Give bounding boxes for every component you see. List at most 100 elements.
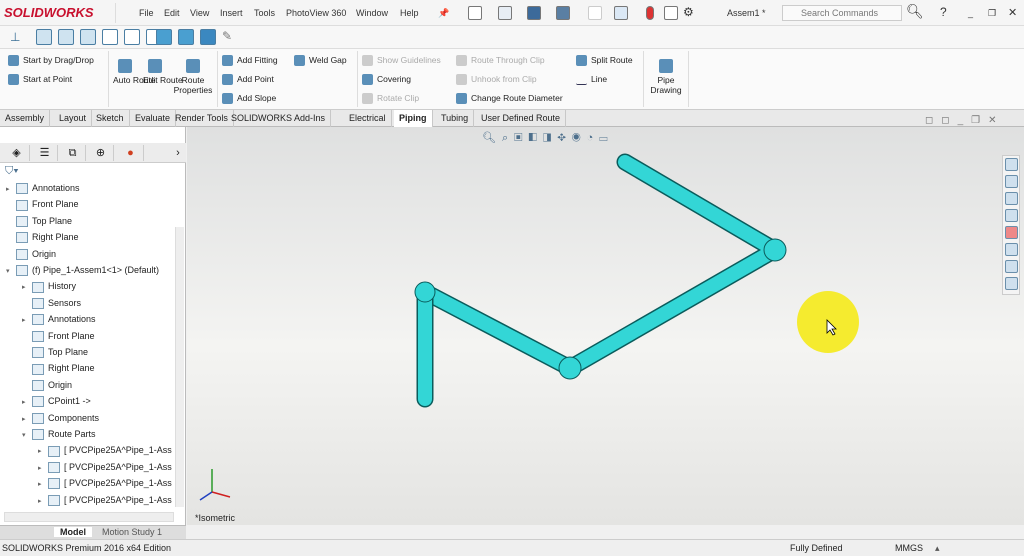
new-document-icon[interactable] (468, 6, 482, 20)
select-icon[interactable] (614, 6, 628, 20)
feature-manager-tab-icon[interactable]: ◈ (4, 145, 30, 161)
view-right-icon[interactable] (102, 29, 118, 45)
add-point-button[interactable]: Add Point (222, 74, 274, 86)
tree-item[interactable]: Right Plane (6, 232, 79, 244)
home-icon[interactable] (1005, 158, 1018, 171)
weld-gap-button[interactable]: Weld Gap (294, 55, 347, 67)
expand-arrow-icon[interactable]: ▸ (6, 185, 16, 193)
tree-item[interactable]: ▾ (f) Pipe_1-Assem1<1> (Default) (6, 265, 159, 277)
tree-item[interactable]: Top Plane (22, 347, 88, 359)
expand-arrow-icon[interactable]: ▸ (22, 415, 32, 423)
expand-arrow-icon[interactable]: ▾ (6, 267, 16, 275)
change-route-diameter-button[interactable]: Change Route Diameter (456, 93, 563, 105)
filter-icon[interactable]: ⛉▾ (5, 165, 19, 178)
view-selector-icon[interactable]: ✎ (222, 29, 232, 43)
menu-edit[interactable]: Edit (164, 8, 180, 18)
expand-arrow-icon[interactable]: ▾ (22, 431, 32, 439)
tab-motion-study[interactable]: Motion Study 1 (98, 527, 166, 537)
menu-view[interactable]: View (190, 8, 209, 18)
tree-item[interactable]: ▸ [ PVCPipe25A^Pipe_1-Ass (38, 445, 172, 457)
split-route-button[interactable]: Split Route (576, 55, 633, 67)
tab-user-defined-route[interactable]: User Defined Route (476, 110, 567, 127)
rotate-clip-button[interactable]: Rotate Clip (362, 93, 419, 105)
tree-item[interactable]: Right Plane (22, 363, 95, 375)
tree-item[interactable]: ▸ Components (22, 413, 99, 424)
tree-item[interactable]: ▾ Route Parts (22, 429, 96, 441)
expand-arrow-icon[interactable]: ▸ (22, 283, 32, 291)
view-back-icon[interactable] (58, 29, 74, 45)
tab-render-tools[interactable]: Render Tools (170, 110, 234, 127)
solidworks-forum-icon[interactable] (1005, 260, 1018, 273)
search-icon[interactable]: 🔍︎ (906, 3, 924, 20)
pin-icon[interactable]: 📌 (438, 8, 449, 19)
search-commands-input[interactable]: Search Commands (782, 5, 902, 21)
expand-arrow-icon[interactable]: ▸ (22, 316, 32, 324)
tree-item[interactable]: Origin (22, 380, 72, 391)
tree-horizontal-scrollbar[interactable] (4, 512, 174, 522)
file-properties-icon[interactable] (664, 6, 678, 20)
view-dimetric-icon[interactable] (200, 29, 216, 45)
expand-arrow-icon[interactable]: ▸ (22, 398, 32, 406)
undo-icon[interactable] (588, 6, 602, 20)
tree-item[interactable]: ▸ [ PVCPipe25A^Pipe_1-Ass (38, 478, 172, 490)
tab-piping[interactable]: Piping (394, 110, 433, 127)
menu-insert[interactable]: Insert (220, 8, 243, 18)
expand-arrow-icon[interactable]: ▸ (38, 480, 48, 488)
save-icon[interactable] (527, 6, 541, 20)
menu-photoview[interactable]: PhotoView 360 (286, 8, 346, 18)
view-front-icon[interactable] (36, 29, 52, 45)
graphics-area[interactable]: 🔍︎⌕▣◧◨✥◉◔▭ ◻◻_❐✕ *Isometric (187, 115, 1024, 525)
covering-button[interactable]: Covering (362, 74, 411, 86)
view-top-icon[interactable] (124, 29, 140, 45)
normal-to-icon[interactable]: ⊥ (10, 30, 20, 44)
line-button[interactable]: Line (576, 74, 607, 86)
rebuild-icon[interactable] (646, 6, 654, 20)
display-manager-tab-icon[interactable]: ● (118, 145, 144, 161)
view-left-icon[interactable] (80, 29, 96, 45)
design-library-icon[interactable] (1005, 192, 1018, 205)
pipe-model[interactable] (187, 127, 1024, 525)
route-properties-button[interactable]: Route Properties (172, 59, 214, 95)
tree-item[interactable]: ▸ Annotations (22, 314, 96, 326)
tree-item[interactable]: ▸ [ PVCPipe25A^Pipe_1-Ass (38, 462, 172, 473)
units-selector[interactable]: MMGS (895, 540, 923, 556)
start-at-point-button[interactable]: Start at Point (8, 74, 72, 86)
custom-properties-icon[interactable] (1005, 243, 1018, 256)
menu-file[interactable]: File (139, 8, 154, 18)
expand-arrow-icon[interactable]: ▸ (38, 497, 48, 505)
tab-sketch[interactable]: Sketch (91, 110, 130, 127)
tree-item[interactable]: ▸ Annotations (6, 183, 80, 195)
routing-library-icon[interactable] (1005, 277, 1018, 290)
viewport-window-controls[interactable]: ◻◻_❐✕ (925, 115, 1005, 126)
open-icon[interactable] (498, 6, 512, 20)
tree-item[interactable]: ▸ CPoint1 -> (22, 396, 91, 408)
print-icon[interactable] (556, 6, 570, 20)
resources-icon[interactable] (1005, 175, 1018, 188)
tree-item[interactable]: Front Plane (22, 331, 95, 342)
expand-arrow-icon[interactable]: ▸ (38, 447, 48, 455)
close-icon[interactable]: ✕ (1008, 6, 1017, 19)
view-trimetric-icon[interactable] (178, 29, 194, 45)
menu-tools[interactable]: Tools (254, 8, 275, 18)
help-icon[interactable]: ? (940, 5, 947, 19)
tree-item[interactable]: ▸ [ PVCPipe25A^Pipe_1-Ass (38, 495, 172, 506)
property-manager-tab-icon[interactable]: ☰ (32, 145, 58, 161)
tab-electrical[interactable]: Electrical (344, 110, 392, 127)
expand-arrow-icon[interactable]: ▸ (38, 464, 48, 472)
tab-tubing[interactable]: Tubing (436, 110, 475, 127)
options-gear-icon[interactable]: ⚙ (683, 5, 694, 19)
tab-solidworks-add-ins[interactable]: SOLIDWORKS Add-Ins (226, 110, 332, 127)
edit-route-button[interactable]: Edit Route (143, 59, 183, 85)
restore-icon[interactable]: ❐ (988, 8, 996, 19)
unhook-from-clip-button[interactable]: Unhook from Clip (456, 74, 537, 86)
menu-window[interactable]: Window (356, 8, 388, 18)
dimxpert-tab-icon[interactable]: ⊕ (88, 145, 114, 161)
tree-item[interactable]: Front Plane (6, 199, 79, 211)
add-slope-button[interactable]: Add Slope (222, 93, 276, 105)
tree-item[interactable]: Top Plane (6, 216, 72, 227)
file-explorer-icon[interactable] (1005, 209, 1018, 222)
tab-model[interactable]: Model (54, 527, 92, 537)
tab-assembly[interactable]: Assembly (0, 110, 51, 127)
configuration-manager-tab-icon[interactable]: ⧉ (60, 145, 86, 161)
view-isometric-icon[interactable] (156, 29, 172, 45)
